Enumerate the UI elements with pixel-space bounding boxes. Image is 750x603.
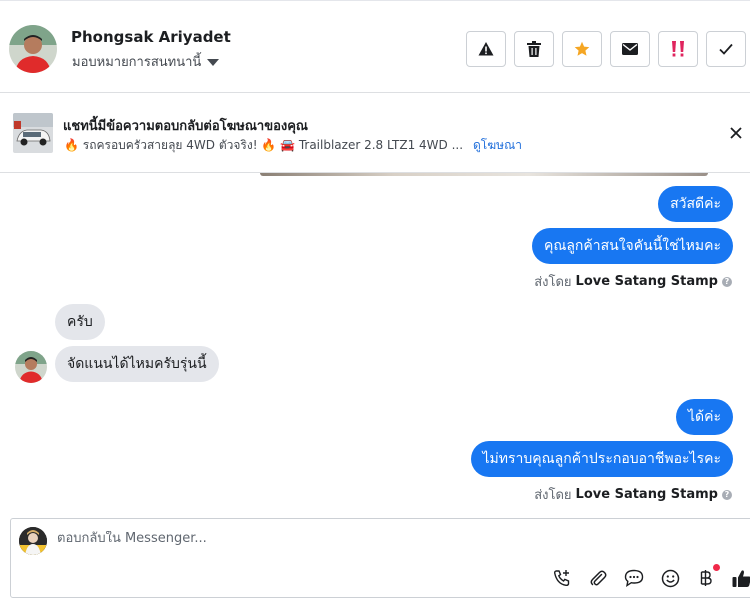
saved-reply-icon bbox=[624, 569, 644, 587]
follow-up-button[interactable] bbox=[658, 31, 698, 67]
sent-by-label: ส่งโดย Love Satang Stamp ? bbox=[534, 484, 732, 505]
emoji-icon bbox=[661, 569, 679, 587]
ad-reply-banner: แชทนี้มีข้อความตอบกลับต่อโฆษณาของคุณ 🔥 ร… bbox=[0, 93, 750, 173]
view-ad-link[interactable]: ดูโฆษณา bbox=[473, 136, 522, 155]
payment-button[interactable] bbox=[695, 564, 720, 589]
contact-avatar[interactable] bbox=[9, 25, 57, 73]
warning-icon bbox=[478, 42, 494, 56]
outgoing-message[interactable]: ได้ค่ะ bbox=[675, 399, 733, 435]
reply-composer bbox=[10, 518, 750, 598]
incoming-message[interactable]: ครับ bbox=[55, 304, 105, 340]
composer-toolbar bbox=[551, 564, 750, 589]
incoming-message[interactable]: จัดแนนได้ไหมครับรุ่นนี้ bbox=[55, 346, 219, 382]
attach-button[interactable] bbox=[587, 567, 609, 589]
ad-banner-subtitle: 🔥 รถครอบครัวสายลุย 4WD ตัวจริง! 🔥 🚘 Trai… bbox=[64, 136, 522, 155]
thumbs-up-icon bbox=[732, 569, 750, 587]
sender-name: Love Satang Stamp bbox=[575, 487, 718, 502]
star-button[interactable] bbox=[562, 31, 602, 67]
call-button[interactable] bbox=[551, 567, 573, 589]
like-button[interactable] bbox=[731, 567, 750, 589]
assign-label: มอบหมายการสนทนานี้ bbox=[72, 55, 202, 70]
ad-thumbnail[interactable] bbox=[13, 113, 53, 153]
message-thread[interactable]: สวัสดีค่ะ คุณลูกค้าสนใจคันนี้ใช่ไหมคะ ส่… bbox=[0, 173, 750, 516]
conversation-header: Phongsak Ariyadet มอบหมายการสนทนานี้ bbox=[0, 0, 750, 93]
action-toolbar bbox=[466, 31, 746, 67]
emoji-button[interactable] bbox=[659, 567, 681, 589]
mark-done-button[interactable] bbox=[706, 31, 746, 67]
outgoing-message[interactable]: คุณลูกค้าสนใจคันนี้ใช่ไหมคะ bbox=[531, 228, 733, 264]
close-icon bbox=[730, 127, 742, 139]
checkmark-icon bbox=[719, 43, 733, 55]
outgoing-message[interactable]: ไม่ทราบคุณลูกค้าประกอบอาชีพอะไรคะ bbox=[470, 441, 733, 477]
delete-button[interactable] bbox=[514, 31, 554, 67]
reply-input[interactable] bbox=[57, 531, 657, 546]
saved-reply-button[interactable] bbox=[623, 567, 645, 589]
trash-icon bbox=[527, 41, 541, 57]
ad-banner-title: แชทนี้มีข้อความตอบกลับต่อโฆษณาของคุณ bbox=[63, 119, 308, 134]
sender-name: Love Satang Stamp bbox=[575, 274, 718, 289]
envelope-icon bbox=[622, 43, 638, 55]
sent-by-prefix: ส่งโดย bbox=[534, 275, 572, 290]
sent-by-label: ส่งโดย Love Satang Stamp ? bbox=[534, 271, 732, 292]
ad-headline: 🔥 รถครอบครัวสายลุย 4WD ตัวจริง! 🔥 🚘 Trai… bbox=[64, 138, 464, 152]
notification-dot bbox=[713, 564, 720, 571]
help-icon[interactable]: ? bbox=[722, 276, 732, 287]
contact-avatar-small[interactable] bbox=[15, 351, 47, 383]
outgoing-message[interactable]: สวัสดีค่ะ bbox=[658, 186, 733, 222]
help-icon[interactable]: ? bbox=[722, 489, 732, 500]
sent-by-prefix: ส่งโดย bbox=[534, 488, 572, 503]
baht-icon bbox=[700, 570, 712, 586]
shared-image-edge[interactable] bbox=[260, 173, 708, 176]
double-exclamation-icon bbox=[672, 41, 684, 57]
spam-button[interactable] bbox=[466, 31, 506, 67]
caret-down-icon bbox=[207, 58, 220, 66]
mark-unread-button[interactable] bbox=[610, 31, 650, 67]
page-avatar bbox=[19, 527, 47, 555]
star-icon bbox=[574, 41, 590, 56]
contact-name[interactable]: Phongsak Ariyadet bbox=[71, 28, 231, 46]
assign-conversation-dropdown[interactable]: มอบหมายการสนทนานี้ bbox=[72, 51, 220, 72]
paperclip-icon bbox=[590, 570, 607, 586]
close-banner-button[interactable] bbox=[726, 123, 746, 143]
phone-add-icon bbox=[553, 570, 570, 587]
